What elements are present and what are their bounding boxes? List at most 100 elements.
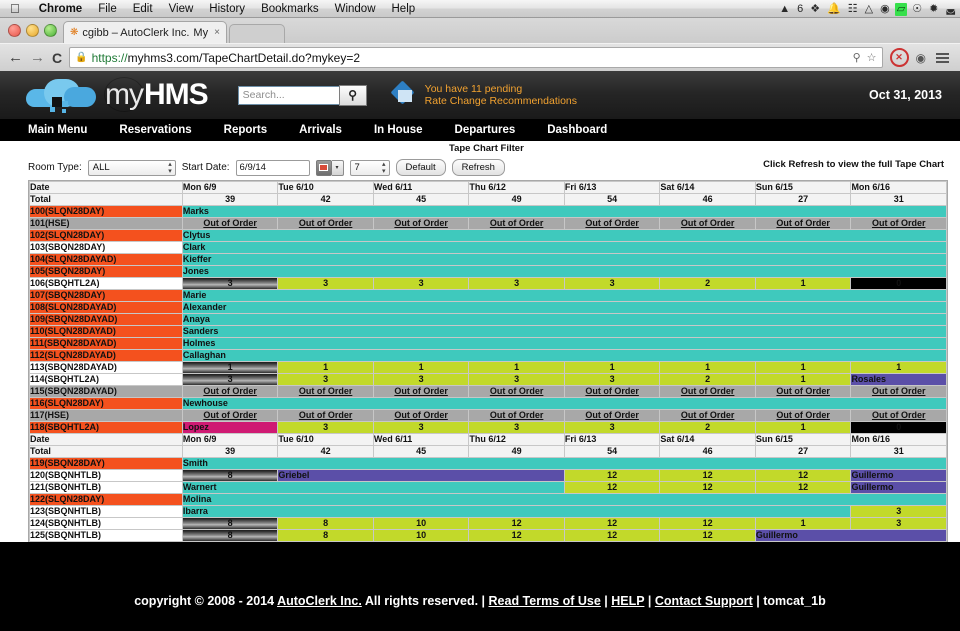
calendar-icon[interactable] bbox=[316, 160, 332, 176]
availability-cell[interactable]: 3 bbox=[564, 422, 660, 434]
menu-item-view[interactable]: View bbox=[161, 3, 202, 15]
availability-cell[interactable]: 12 bbox=[755, 470, 851, 482]
out-of-order-cell[interactable]: Out of Order bbox=[278, 386, 374, 398]
room-label-cell[interactable]: 112(SLQN28DAYAD) bbox=[30, 350, 183, 362]
guest-reservation-bar[interactable]: Smith bbox=[182, 458, 946, 470]
availability-cell[interactable]: 12 bbox=[564, 470, 660, 482]
nav-item-reports[interactable]: Reports bbox=[224, 124, 288, 136]
search-icon[interactable]: ⚲ bbox=[339, 85, 367, 106]
room-label-cell[interactable]: 104(SLQN28DAYAD) bbox=[30, 254, 183, 266]
availability-cell[interactable]: 3 bbox=[469, 374, 565, 386]
room-label-cell[interactable]: 125(SBQNHTLB) bbox=[30, 530, 183, 542]
room-label-cell[interactable]: 102(SLQN28DAY) bbox=[30, 230, 183, 242]
nav-item-reservations[interactable]: Reservations bbox=[119, 124, 212, 136]
room-label-cell[interactable]: 113(SBQN28DAYAD) bbox=[30, 362, 183, 374]
room-label-cell[interactable]: 103(SBQN28DAY) bbox=[30, 242, 183, 254]
availability-cell[interactable]: 1 bbox=[755, 278, 851, 290]
browser-tab[interactable]: ❋ cgibb – AutoClerk Inc. My × bbox=[63, 21, 227, 43]
guest-reservation-bar[interactable]: Griebel bbox=[278, 470, 565, 482]
availability-cell[interactable]: 12 bbox=[564, 518, 660, 530]
availability-cell[interactable]: 1 bbox=[755, 518, 851, 530]
availability-cell[interactable]: 3 bbox=[373, 374, 469, 386]
out-of-order-cell[interactable]: Out of Order bbox=[564, 386, 660, 398]
guest-reservation-bar[interactable]: Sanders bbox=[182, 326, 946, 338]
guest-reservation-bar[interactable]: Callaghan bbox=[182, 350, 946, 362]
availability-cell[interactable]: 3 bbox=[182, 278, 278, 290]
guest-reservation-bar[interactable]: Jones bbox=[182, 266, 946, 278]
room-label-cell[interactable]: 124(SBQNHTLB) bbox=[30, 518, 183, 530]
availability-cell[interactable]: 3 bbox=[469, 422, 565, 434]
room-label-cell[interactable]: 114(SBQHTL2A) bbox=[30, 374, 183, 386]
out-of-order-cell[interactable]: Out of Order bbox=[278, 218, 374, 230]
reload-icon[interactable]: C bbox=[52, 50, 62, 66]
out-of-order-cell[interactable]: Out of Order bbox=[660, 386, 756, 398]
availability-cell[interactable]: 3 bbox=[373, 422, 469, 434]
forward-icon[interactable]: → bbox=[30, 50, 45, 65]
room-label-cell[interactable]: 117(HSE) bbox=[30, 410, 183, 422]
availability-cell[interactable]: 3 bbox=[469, 278, 565, 290]
guest-reservation-bar[interactable]: Ibarra bbox=[182, 506, 851, 518]
room-label-cell[interactable]: 105(SBQN28DAY) bbox=[30, 266, 183, 278]
refresh-button[interactable]: Refresh bbox=[452, 159, 505, 176]
out-of-order-cell[interactable]: Out of Order bbox=[469, 386, 565, 398]
apple-icon[interactable]:  bbox=[0, 2, 31, 15]
availability-cell[interactable]: 3 bbox=[564, 374, 660, 386]
guest-reservation-bar[interactable]: Lopez bbox=[182, 422, 278, 434]
room-label-cell[interactable]: 109(SBQN28DAYAD) bbox=[30, 314, 183, 326]
out-of-order-cell[interactable]: Out of Order bbox=[755, 386, 851, 398]
out-of-order-cell[interactable]: Out of Order bbox=[373, 410, 469, 422]
guest-reservation-bar[interactable]: Kieffer bbox=[182, 254, 946, 266]
back-icon[interactable]: ← bbox=[8, 50, 23, 65]
timemachine-icon[interactable]: ☉ bbox=[910, 4, 924, 15]
dropbox-icon[interactable]: ❖ bbox=[808, 4, 822, 15]
guest-reservation-bar[interactable]: Guillermo bbox=[851, 470, 947, 482]
availability-cell[interactable]: 8 bbox=[182, 470, 278, 482]
availability-cell[interactable]: 12 bbox=[564, 482, 660, 494]
availability-cell[interactable]: 12 bbox=[660, 518, 756, 530]
help-link[interactable]: HELP bbox=[611, 594, 644, 608]
room-label-cell[interactable]: 110(SLQN28DAYAD) bbox=[30, 326, 183, 338]
room-label-cell[interactable]: 119(SBQN28DAY) bbox=[30, 458, 183, 470]
guest-reservation-bar[interactable]: Guillermo bbox=[755, 530, 946, 542]
star-icon[interactable]: ☆ bbox=[867, 51, 877, 64]
nav-item-departures[interactable]: Departures bbox=[455, 124, 537, 136]
contact-support-link[interactable]: Contact Support bbox=[655, 594, 753, 608]
availability-cell[interactable]: 1 bbox=[373, 362, 469, 374]
close-tab-icon[interactable]: × bbox=[212, 27, 220, 38]
nav-item-main-menu[interactable]: Main Menu bbox=[28, 124, 108, 136]
availability-cell[interactable]: 3 bbox=[373, 278, 469, 290]
logo[interactable]: myHMS bbox=[0, 75, 208, 115]
guest-reservation-bar[interactable]: Anaya bbox=[182, 314, 946, 326]
room-label-cell[interactable]: 107(SBQN28DAY) bbox=[30, 290, 183, 302]
availability-cell[interactable]: 12 bbox=[469, 530, 565, 542]
out-of-order-cell[interactable]: Out of Order bbox=[755, 218, 851, 230]
rate-change-promo[interactable]: You have 11 pending Rate Change Recommen… bbox=[391, 82, 577, 108]
availability-cell[interactable]: 3 bbox=[182, 374, 278, 386]
guest-reservation-bar[interactable]: Clytus bbox=[182, 230, 946, 242]
room-label-cell[interactable]: 106(SBQHTL2A) bbox=[30, 278, 183, 290]
availability-cell[interactable]: 1 bbox=[755, 362, 851, 374]
availability-cell[interactable]: 3 bbox=[278, 374, 374, 386]
room-label-cell[interactable]: 122(SLQN28DAY) bbox=[30, 494, 183, 506]
availability-cell[interactable]: 3 bbox=[278, 278, 374, 290]
nav-item-arrivals[interactable]: Arrivals bbox=[299, 124, 363, 136]
out-of-order-cell[interactable]: Out of Order bbox=[851, 218, 947, 230]
search-input[interactable]: Search... bbox=[238, 86, 339, 105]
out-of-order-cell[interactable]: Out of Order bbox=[278, 410, 374, 422]
bell-icon[interactable]: 🔔 bbox=[825, 4, 843, 15]
google-drive-icon[interactable]: △ bbox=[863, 4, 875, 15]
terms-link[interactable]: Read Terms of Use bbox=[489, 594, 601, 608]
maximize-window-button[interactable] bbox=[44, 24, 57, 37]
menu-item-chrome[interactable]: Chrome bbox=[31, 3, 90, 15]
availability-cell[interactable]: 3 bbox=[851, 518, 947, 530]
out-of-order-cell[interactable]: Out of Order bbox=[182, 386, 278, 398]
guest-reservation-bar[interactable]: Newhouse bbox=[182, 398, 946, 410]
out-of-order-cell[interactable]: Out of Order bbox=[469, 410, 565, 422]
menu-item-bookmarks[interactable]: Bookmarks bbox=[253, 3, 327, 15]
availability-cell[interactable]: 12 bbox=[469, 518, 565, 530]
minimize-window-button[interactable] bbox=[26, 24, 39, 37]
nav-item-dashboard[interactable]: Dashboard bbox=[547, 124, 628, 136]
nav-item-in-house[interactable]: In House bbox=[374, 124, 444, 136]
room-label-cell[interactable]: 101(HSE) bbox=[30, 218, 183, 230]
room-label-cell[interactable]: 115(SBQN28DAYAD) bbox=[30, 386, 183, 398]
